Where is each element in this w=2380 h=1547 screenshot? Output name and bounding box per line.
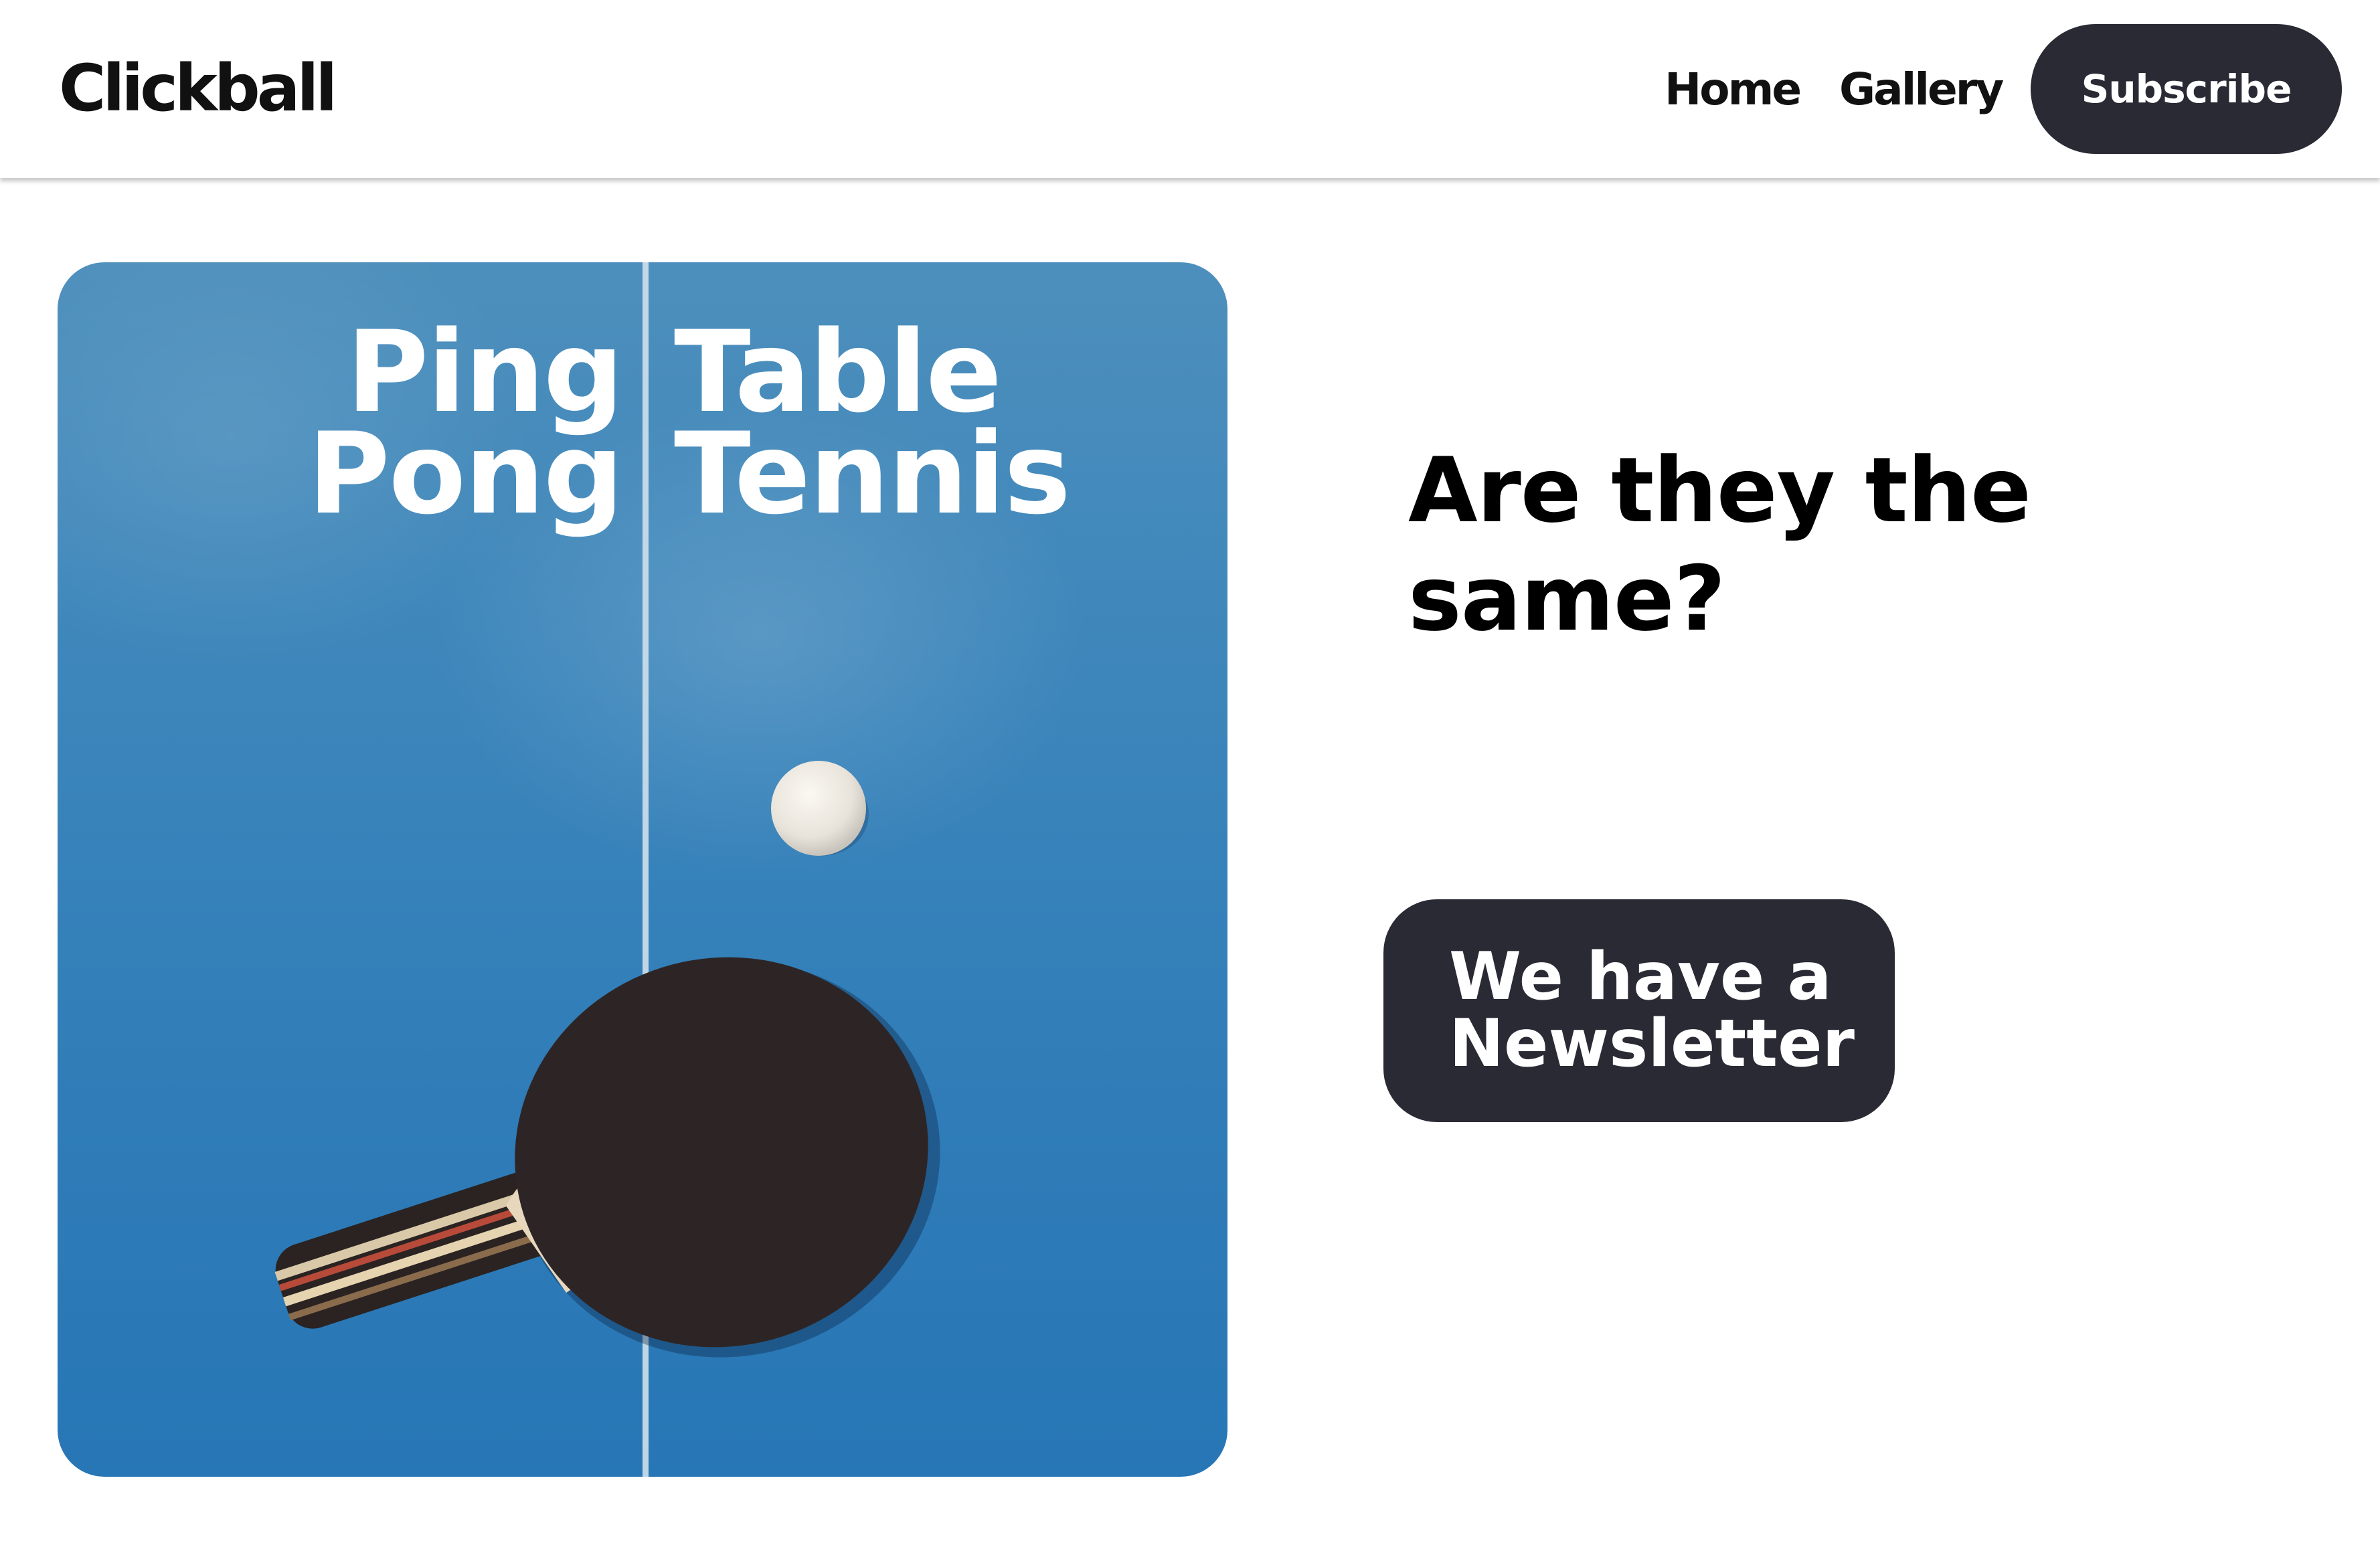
paddle-icon [274, 957, 940, 1358]
nav-home-link[interactable]: Home [1665, 60, 1802, 119]
ping-pong-ball-icon [771, 761, 869, 856]
hero-right-line-2: Tennis [674, 408, 1071, 539]
hero-title-left: Ping Pong [154, 316, 624, 539]
site-header: Clickball Home Gallery Subscribe [0, 0, 2380, 178]
hero-image: Ping Pong Table Tennis [58, 262, 1227, 1477]
site-logo[interactable]: Clickball [59, 48, 337, 128]
nav-gallery-link[interactable]: Gallery [1839, 60, 2004, 119]
hero-title-right: Table Tennis [674, 316, 1209, 539]
page-headline: Are they the same? [1408, 438, 2031, 651]
newsletter-line-2: Newsletter [1449, 1006, 1855, 1082]
subscribe-button[interactable]: Subscribe [2031, 24, 2342, 154]
newsletter-button[interactable]: We have a Newsletter [1383, 899, 1895, 1122]
hero-left-line-2: Pong [307, 408, 624, 539]
newsletter-line-1: We have a [1449, 939, 1832, 1015]
